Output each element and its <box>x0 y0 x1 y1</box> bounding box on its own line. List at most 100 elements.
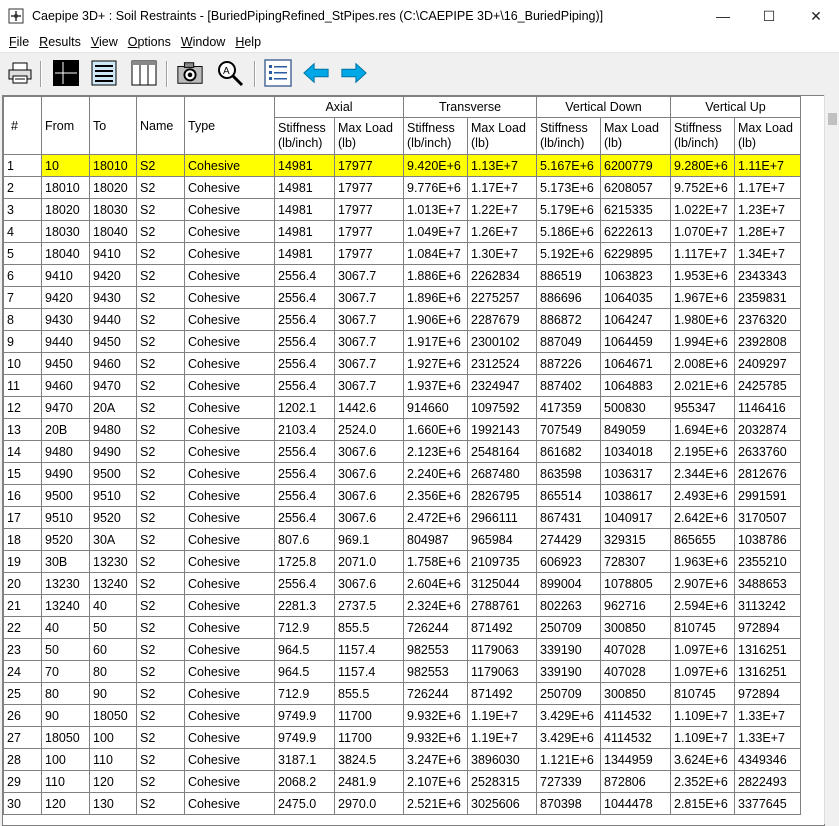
table-cell[interactable]: 707549 <box>536 418 601 441</box>
table-cell[interactable]: S2 <box>136 704 185 727</box>
table-cell[interactable]: 1097592 <box>467 396 537 419</box>
table-cell[interactable]: S2 <box>136 638 185 661</box>
table-row[interactable]: 28 100 110 S2 Cohesive 3187.1 3824.5 3.247E+6 38… <box>3 748 801 771</box>
table-cell[interactable]: 887402 <box>536 374 601 397</box>
table-cell[interactable]: 982553 <box>403 660 468 683</box>
table-cell[interactable]: 2528315 <box>467 770 537 793</box>
table-cell[interactable]: Cohesive <box>184 506 275 529</box>
table-cell[interactable]: S2 <box>136 264 185 287</box>
table-row[interactable]: 4 18030 18040 S2 Cohesive 14981 17977 1.049E+7 1… <box>3 220 801 243</box>
table-cell[interactable]: 9749.9 <box>274 704 335 727</box>
table-cell[interactable]: 2556.4 <box>274 484 335 507</box>
header-transverse-stiffness[interactable]: Stiffness (lb/inch) <box>403 117 468 155</box>
table-cell[interactable]: 9490 <box>89 440 137 463</box>
table-row[interactable]: 10 9450 9460 S2 Cohesive 2556.4 3067.7 1.927E+6… <box>3 352 801 375</box>
table-cell[interactable]: 90 <box>89 682 137 705</box>
table-cell[interactable]: S2 <box>136 176 185 199</box>
table-row[interactable]: 29 110 120 S2 Cohesive 2068.2 2481.9 2.107E+6 25… <box>3 770 801 793</box>
close-button[interactable]: ✕ <box>793 0 839 32</box>
table-cell[interactable]: Cohesive <box>184 792 275 815</box>
table-cell[interactable]: 110 <box>89 748 137 771</box>
table-cell[interactable]: 2.021E+6 <box>670 374 735 397</box>
table-cell[interactable]: 1.117E+7 <box>670 242 735 265</box>
table-cell[interactable]: Cohesive <box>184 682 275 705</box>
table-cell[interactable]: 2275257 <box>467 286 537 309</box>
table-cell[interactable]: 18010 <box>41 176 90 199</box>
table-cell[interactable]: 1179063 <box>467 660 537 683</box>
table-cell[interactable]: 2262834 <box>467 264 537 287</box>
table-cell[interactable]: 887226 <box>536 352 601 375</box>
table-cell[interactable]: 20A <box>89 396 137 419</box>
table-cell[interactable]: 2.195E+6 <box>670 440 735 463</box>
table-cell[interactable]: S2 <box>136 506 185 529</box>
table-cell[interactable]: 2556.4 <box>274 352 335 375</box>
header-to[interactable]: To <box>89 96 137 155</box>
table-cell[interactable]: 4114532 <box>600 704 671 727</box>
table-cell[interactable]: 9460 <box>41 374 90 397</box>
row-number-cell[interactable]: 5 <box>3 242 42 265</box>
table-cell[interactable]: 865655 <box>670 528 735 551</box>
table-cell[interactable]: Cohesive <box>184 594 275 617</box>
table-row[interactable]: 5 18040 9410 S2 Cohesive 14981 17977 1.084E+7 1.… <box>3 242 801 265</box>
table-cell[interactable]: Cohesive <box>184 528 275 551</box>
table-cell[interactable]: S2 <box>136 198 185 221</box>
row-number-cell[interactable]: 6 <box>3 264 42 287</box>
table-cell[interactable]: 9410 <box>89 242 137 265</box>
table-cell[interactable]: Cohesive <box>184 704 275 727</box>
table-cell[interactable]: 982553 <box>403 638 468 661</box>
table-cell[interactable]: S2 <box>136 242 185 265</box>
table-cell[interactable]: 17977 <box>334 176 404 199</box>
table-cell[interactable]: Cohesive <box>184 418 275 441</box>
table-cell[interactable]: 964.5 <box>274 660 335 683</box>
table-cell[interactable]: 1063823 <box>600 264 671 287</box>
table-cell[interactable]: S2 <box>136 286 185 309</box>
table-cell[interactable]: 3067.6 <box>334 572 404 595</box>
table-cell[interactable]: 914660 <box>403 396 468 419</box>
table-cell[interactable]: 1036317 <box>600 462 671 485</box>
table-cell[interactable]: 972894 <box>734 682 801 705</box>
table-cell[interactable]: 30A <box>89 528 137 551</box>
table-cell[interactable]: 1064035 <box>600 286 671 309</box>
table-cell[interactable]: S2 <box>136 484 185 507</box>
table-cell[interactable]: 70 <box>41 660 90 683</box>
row-number-cell[interactable]: 9 <box>3 330 42 353</box>
table-cell[interactable]: 1.022E+7 <box>670 198 735 221</box>
table-cell[interactable]: 1.953E+6 <box>670 264 735 287</box>
table-cell[interactable]: 9.776E+6 <box>403 176 468 199</box>
table-cell[interactable]: 2475.0 <box>274 792 335 815</box>
table-cell[interactable]: Cohesive <box>184 374 275 397</box>
print-button[interactable] <box>6 59 34 87</box>
table-cell[interactable]: S2 <box>136 770 185 793</box>
table-row[interactable]: 27 18050 100 S2 Cohesive 9749.9 11700 9.932E+6 1… <box>3 726 801 749</box>
row-number-cell[interactable]: 24 <box>3 660 42 683</box>
table-cell[interactable]: 300850 <box>600 616 671 639</box>
table-cell[interactable]: 40 <box>89 594 137 617</box>
table-cell[interactable]: 2281.3 <box>274 594 335 617</box>
table-cell[interactable]: 3113242 <box>734 594 801 617</box>
table-cell[interactable]: 9470 <box>89 374 137 397</box>
table-cell[interactable]: 407028 <box>600 660 671 683</box>
table-cell[interactable]: 1.109E+7 <box>670 726 735 749</box>
table-cell[interactable]: 2481.9 <box>334 770 404 793</box>
table-cell[interactable]: 3025606 <box>467 792 537 815</box>
table-cell[interactable]: 2.356E+6 <box>403 484 468 507</box>
table-cell[interactable]: 18020 <box>89 176 137 199</box>
table-cell[interactable]: 886872 <box>536 308 601 331</box>
table-cell[interactable]: 18020 <box>41 198 90 221</box>
table-cell[interactable]: 2812676 <box>734 462 801 485</box>
table-cell[interactable]: 1.694E+6 <box>670 418 735 441</box>
table-cell[interactable]: 6229895 <box>600 242 671 265</box>
table-cell[interactable]: S2 <box>136 616 185 639</box>
table-cell[interactable]: 2556.4 <box>274 286 335 309</box>
row-number-cell[interactable]: 4 <box>3 220 42 243</box>
table-cell[interactable]: 726244 <box>403 682 468 705</box>
table-cell[interactable]: 1.23E+7 <box>734 198 801 221</box>
table-cell[interactable]: 3067.7 <box>334 264 404 287</box>
table-cell[interactable]: 3067.6 <box>334 484 404 507</box>
table-cell[interactable]: 9.932E+6 <box>403 726 468 749</box>
table-cell[interactable]: S2 <box>136 330 185 353</box>
row-number-cell[interactable]: 2 <box>3 176 42 199</box>
row-number-cell[interactable]: 26 <box>3 704 42 727</box>
table-cell[interactable]: 2556.4 <box>274 264 335 287</box>
table-cell[interactable]: 3187.1 <box>274 748 335 771</box>
